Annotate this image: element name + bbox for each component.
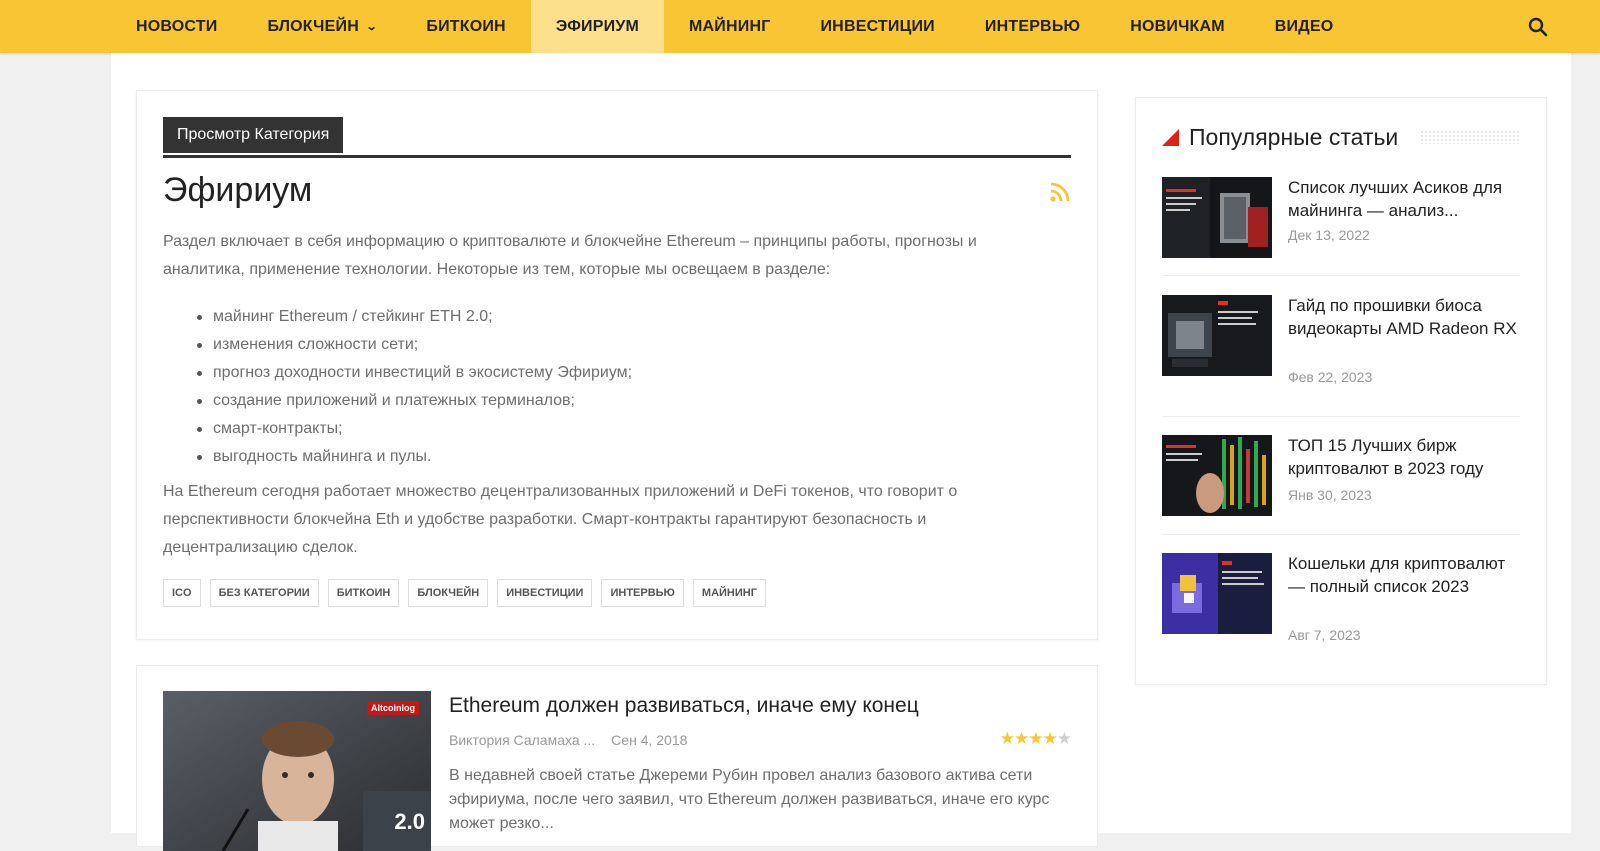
nav-item-label: ИНВЕСТИЦИИ	[820, 17, 935, 35]
rss-icon[interactable]	[1049, 181, 1071, 203]
nav-item-label: ВИДЕО	[1274, 17, 1334, 35]
widget-header-pattern	[1420, 130, 1520, 144]
popular-item-date: Фев 22, 2023	[1288, 369, 1373, 385]
article-date: Сен 4, 2018	[611, 732, 688, 748]
nav-item-label: БЛОКЧЕЙН	[267, 17, 359, 35]
nav-item-label: МАЙНИНГ	[689, 17, 771, 35]
tag-mining[interactable]: МАЙНИНГ	[692, 579, 766, 607]
page-title: Эфириум	[163, 171, 313, 209]
popular-item-thumbnail[interactable]	[1162, 435, 1272, 516]
nav-item-label: НОВИЧКАМ	[1130, 17, 1225, 35]
nav-item-label: ЭФИРИУМ	[555, 17, 640, 35]
article-rating: ★★★★★	[999, 729, 1072, 749]
popular-item-date: Янв 30, 2023	[1288, 487, 1372, 503]
main-nav: НОВОСТИ БЛОКЧЕЙН ⌄ БИТКОИН ЭФИРИУМ МАЙНИН…	[0, 0, 1600, 53]
nav-item-label: ИНТЕРВЬЮ	[984, 17, 1081, 35]
category-header-label: Просмотр Категория	[163, 117, 344, 153]
popular-item-thumbnail[interactable]	[1162, 553, 1272, 634]
nav-item-beginners[interactable]: НОВИЧКАМ	[1105, 0, 1250, 53]
popular-item-thumbnail[interactable]	[1162, 177, 1272, 258]
widget-title: Популярные статьи	[1189, 123, 1399, 150]
search-icon[interactable]	[1528, 17, 1548, 37]
star-icon: ★	[1028, 729, 1043, 748]
popular-item-thumbnail[interactable]	[1162, 295, 1272, 376]
nav-item-bitcoin[interactable]: БИТКОИН	[401, 0, 530, 53]
star-icon: ★	[1056, 729, 1072, 748]
tag-no-category[interactable]: БЕЗ КАТЕГОРИИ	[209, 579, 319, 607]
category-box: Просмотр Категория Эфириум Раздел включа…	[136, 90, 1098, 640]
popular-item[interactable]: ТОП 15 Лучших бирж криптовалют в 2023 го…	[1162, 435, 1520, 516]
tag-ico[interactable]: ICO	[163, 579, 201, 607]
popular-item-title[interactable]: Список лучших Асиков для майнинга — анал…	[1288, 176, 1523, 222]
article-author[interactable]: Виктория Саламаха ...	[449, 732, 595, 748]
list-item: создание приложений и платежных терминал…	[196, 387, 632, 415]
popular-item-title[interactable]: Кошельки для криптовалют — полный список…	[1288, 552, 1523, 598]
category-header: Просмотр Категория	[163, 117, 1071, 158]
divider	[1162, 275, 1520, 276]
category-description: Раздел включает в себя информацию о крип…	[163, 233, 977, 278]
triangle-icon	[1162, 128, 1179, 146]
nav-item-interview[interactable]: ИНТЕРВЬЮ	[960, 0, 1105, 53]
category-topics-list: майнинг Ethereum / стейкинг ETH 2.0; изм…	[163, 303, 632, 471]
popular-item-title[interactable]: Гайд по прошивки биоса видеокарты AMD Ra…	[1288, 294, 1523, 340]
nav-item-ethereum[interactable]: ЭФИРИУМ	[530, 0, 665, 53]
nav-item-investments[interactable]: ИНВЕСТИЦИИ	[795, 0, 959, 53]
nav-item-novosti[interactable]: НОВОСТИ	[111, 0, 242, 53]
thumbnail-overlay-text: 2.0	[394, 809, 425, 834]
list-item: смарт-контракты;	[196, 415, 632, 443]
category-description-2: На Ethereum сегодня работает множество д…	[163, 483, 958, 556]
popular-item[interactable]: Кошельки для криптовалют — полный список…	[1162, 552, 1523, 643]
list-item: майнинг Ethereum / стейкинг ETH 2.0;	[196, 303, 632, 331]
tag-list: ICO БЕЗ КАТЕГОРИИ БИТКОИН БЛОКЧЕЙН ИНВЕС…	[163, 579, 766, 607]
tag-bitcoin[interactable]: БИТКОИН	[327, 579, 400, 607]
list-item: прогноз доходности инвестиций в экосисте…	[196, 359, 632, 387]
popular-item-title[interactable]: ТОП 15 Лучших бирж криптовалют в 2023 го…	[1288, 434, 1523, 480]
popular-item[interactable]: Гайд по прошивки биоса видеокарты AMD Ra…	[1162, 294, 1523, 385]
article-thumbnail[interactable]: Altcoinlog 2.0	[163, 691, 431, 851]
nav-item-video[interactable]: ВИДЕО	[1250, 0, 1359, 53]
divider	[1162, 416, 1520, 417]
list-item: изменения сложности сети;	[196, 331, 632, 359]
list-item: выгодность майнинга и пулы.	[196, 443, 632, 471]
tag-interview[interactable]: ИНТЕРВЬЮ	[601, 579, 684, 607]
popular-articles-widget: Популярные статьи Список лучших Асиков д…	[1135, 97, 1547, 685]
popular-item[interactable]: Список лучших Асиков для майнинга — анал…	[1162, 177, 1520, 258]
popular-item-date: Авг 7, 2023	[1288, 627, 1361, 643]
tag-investments[interactable]: ИНВЕСТИЦИИ	[497, 579, 593, 607]
article-meta: Виктория Саламаха ... Сен 4, 2018	[449, 732, 687, 748]
widget-header: Популярные статьи	[1162, 122, 1520, 152]
nav-item-label: БИТКОИН	[426, 17, 506, 35]
star-icon: ★	[1014, 729, 1029, 748]
popular-item-date: Дек 13, 2022	[1288, 227, 1370, 243]
star-icon: ★	[1042, 729, 1058, 748]
nav-item-mining[interactable]: МАЙНИНГ	[664, 0, 795, 53]
chevron-down-icon: ⌄	[365, 21, 378, 33]
nav-items: НОВОСТИ БЛОКЧЕЙН ⌄ БИТКОИН ЭФИРИУМ МАЙНИН…	[111, 0, 1358, 53]
nav-item-label: НОВОСТИ	[136, 17, 218, 35]
tag-blockchain[interactable]: БЛОКЧЕЙН	[408, 579, 489, 607]
article-excerpt: В недавней своей статье Джереми Рубин пр…	[449, 767, 1050, 832]
divider	[1162, 534, 1520, 535]
star-icon: ★	[999, 729, 1015, 748]
article-card: Altcoinlog 2.0 Ethereum должен развивать…	[136, 665, 1098, 851]
article-title[interactable]: Ethereum должен развиваться, иначе ему к…	[449, 694, 919, 718]
nav-item-blockchain[interactable]: БЛОКЧЕЙН ⌄	[242, 0, 401, 53]
thumbnail-badge: Altcoinlog	[367, 701, 419, 715]
